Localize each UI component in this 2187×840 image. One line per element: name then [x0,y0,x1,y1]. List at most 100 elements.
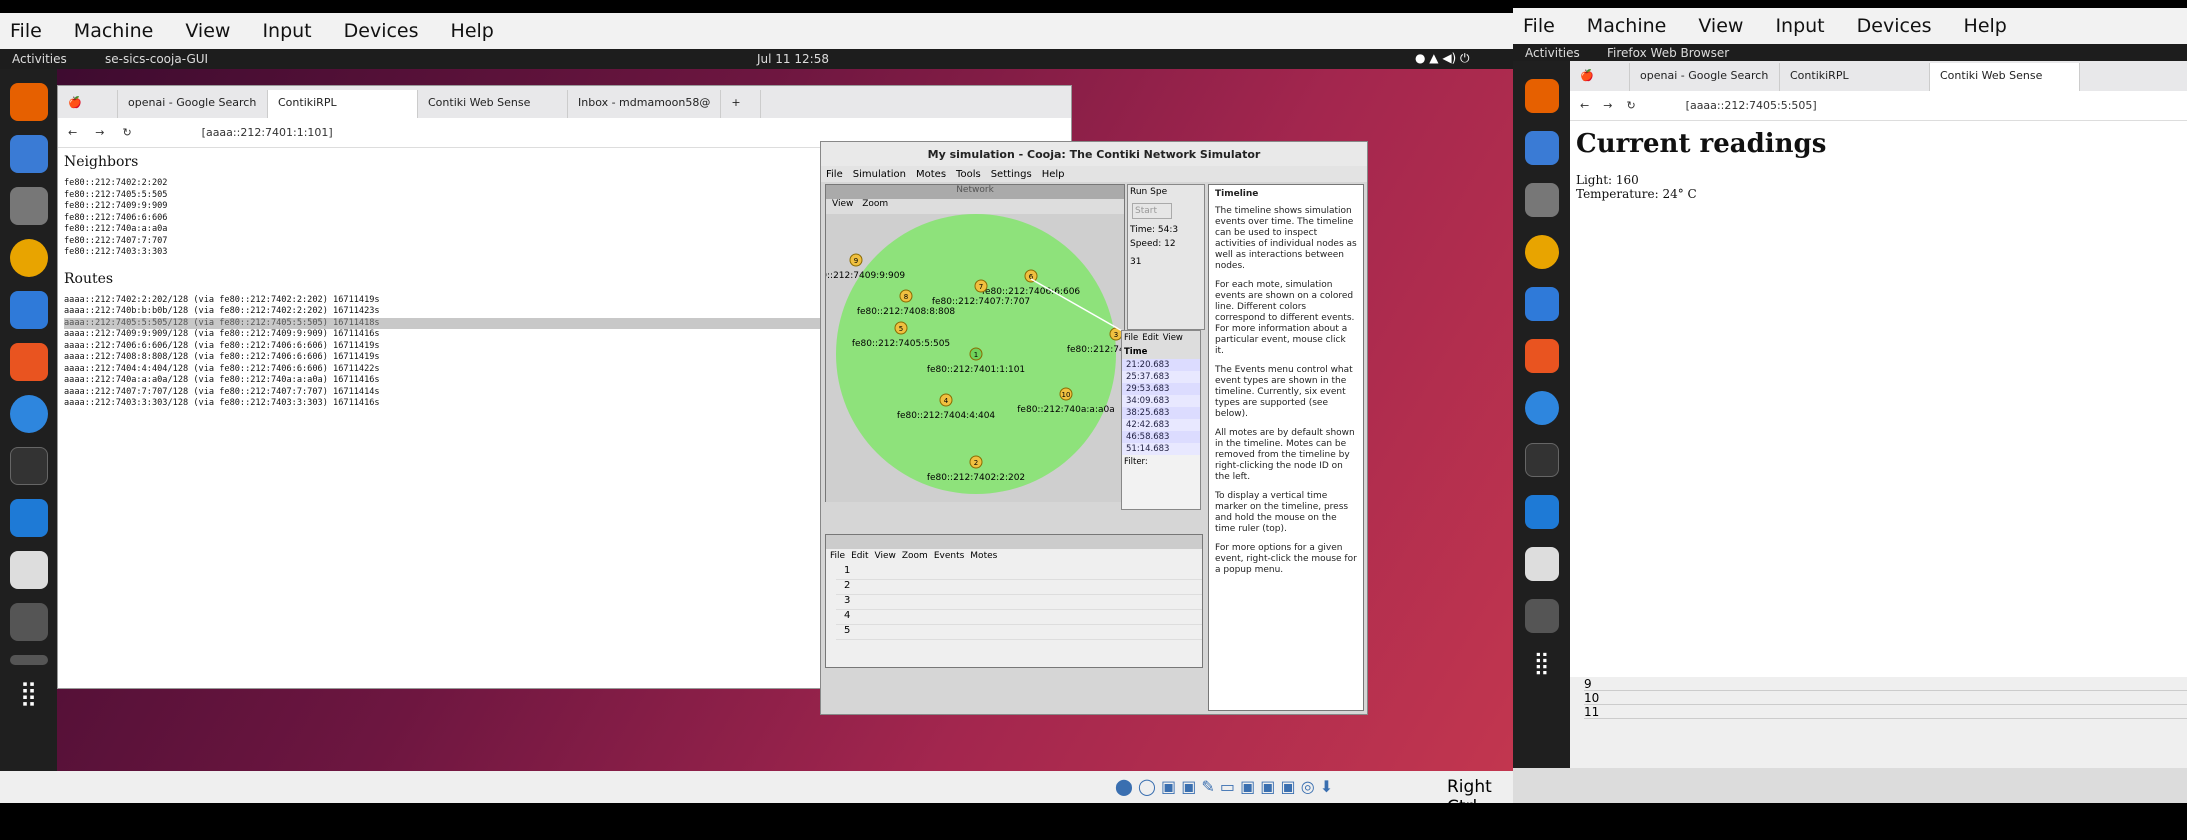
new-tab-button[interactable]: + [721,90,762,118]
disk-icon[interactable] [1524,599,1559,633]
activities-button[interactable]: Activities [12,52,67,66]
cooja-icon[interactable] [1524,547,1559,581]
cooja-menu-item[interactable]: Simulation [853,169,906,180]
tab-web-sense[interactable]: Contiki Web Sense [1930,63,2080,91]
url-bar[interactable]: [aaaa::212:7405:5:505] [1675,94,2036,117]
start-button[interactable]: Start [1132,203,1172,219]
menu-view[interactable]: View [1698,15,1743,37]
tab-overview-icon[interactable]: 🍎 [1570,63,1630,91]
network-menu-view[interactable]: View [832,199,853,209]
timeline-menu-item[interactable]: Zoom [902,551,928,561]
help-icon[interactable] [9,395,48,433]
log-row[interactable]: 29:53.683 [1122,383,1200,395]
timeline-menu-item[interactable]: Motes [970,551,997,561]
tab-web-sense[interactable]: Contiki Web Sense [418,90,568,118]
forward-icon[interactable]: → [95,126,104,139]
timeline-row[interactable]: 3 [836,595,1202,610]
timeline-row[interactable]: 5 [836,625,1202,640]
activities-button[interactable]: Activities [1525,46,1580,60]
forward-icon[interactable]: → [1603,99,1612,112]
thunderbird-icon[interactable] [1524,131,1559,165]
terminal-icon[interactable] [9,447,48,485]
log-row[interactable]: 34:09.683 [1122,395,1200,407]
menu-input[interactable]: Input [1775,15,1824,37]
timeline-row[interactable]: 1 [836,565,1202,580]
log-menu-item[interactable]: Edit [1142,333,1158,343]
writer-icon[interactable] [1524,287,1559,321]
log-column-time[interactable]: Time [1122,345,1200,359]
files-icon[interactable] [9,187,48,225]
trash-icon[interactable] [9,655,48,665]
tab-contikirpl[interactable]: ContikiRPL [1780,63,1930,91]
network-canvas[interactable]: 1fe80::212:7401:1:1012fe80::212:7402:2:2… [807,214,1165,502]
timeline-row[interactable]: 4 [836,610,1202,625]
log-row[interactable]: 25:37.683 [1122,371,1200,383]
help-icon[interactable] [1524,391,1559,425]
firefox-icon[interactable] [9,83,48,121]
timeline-row[interactable]: 11 [1584,705,2187,719]
log-row[interactable]: 38:25.683 [1122,407,1200,419]
clock[interactable]: Jul 11 12:58 [757,52,829,66]
disk-icon[interactable] [9,603,48,641]
timeline-menu-item[interactable]: Events [934,551,964,561]
system-tray-icons[interactable]: ● ▲ ◀) ⏻ [1415,51,1470,66]
menu-file[interactable]: File [10,20,42,42]
tab-contikirpl[interactable]: ContikiRPL [268,90,418,118]
cooja-menu-item[interactable]: File [826,169,843,180]
cooja-menu-item[interactable]: Motes [916,169,946,180]
log-menu-item[interactable]: File [1124,333,1138,343]
menu-help[interactable]: Help [1964,15,2007,37]
software-icon[interactable] [1524,339,1559,373]
back-icon[interactable]: ← [68,126,77,139]
app-grid-icon[interactable]: ⣿ [1525,651,1559,685]
menu-devices[interactable]: Devices [1857,15,1932,37]
log-menu-item[interactable]: View [1163,333,1183,343]
tab-inbox[interactable]: Inbox - mdmamoon58@ [568,90,722,118]
menu-machine[interactable]: Machine [1587,15,1667,37]
reload-icon[interactable]: ↻ [122,126,131,139]
menu-file[interactable]: File [1523,15,1555,37]
vm-status-icons[interactable]: ⬤ ◯ ▣ ▣ ✎ ▭ ▣ ▣ ▣ ◎ ⬇ [1115,777,1333,796]
log-row[interactable]: 42:42.683 [1122,419,1200,431]
menu-view[interactable]: View [185,20,230,42]
control-run-menu[interactable]: Run [1130,187,1147,197]
timeline-menu-item[interactable]: Edit [851,551,868,561]
menu-help[interactable]: Help [451,20,494,42]
rhythmbox-icon[interactable] [9,239,48,277]
log-row[interactable]: 51:14.683 [1122,443,1200,455]
cooja-window: My simulation - Cooja: The Contiki Netwo… [807,141,1368,715]
thunderbird-icon[interactable] [9,135,48,173]
menu-input[interactable]: Input [262,20,311,42]
log-row[interactable]: 46:58.683 [1122,431,1200,443]
network-menu-zoom[interactable]: Zoom [862,199,888,209]
reload-icon[interactable]: ↻ [1626,99,1635,112]
cooja-icon[interactable] [9,551,48,589]
files-icon[interactable] [1524,183,1559,217]
menu-machine[interactable]: Machine [74,20,154,42]
control-speed-menu[interactable]: Spe [1150,187,1167,197]
tab-google[interactable]: openai - Google Search [1630,63,1780,91]
tab-overview-icon[interactable]: 🍎 [58,90,118,118]
firefox-icon[interactable] [1524,79,1559,113]
vscode-icon[interactable] [1524,495,1559,529]
cooja-menu-item[interactable]: Help [1042,169,1065,180]
timeline-row[interactable]: 9 [1584,677,2187,691]
cooja-menu-item[interactable]: Tools [956,169,981,180]
writer-icon[interactable] [9,291,48,329]
software-icon[interactable] [9,343,48,381]
timeline-row[interactable]: 2 [836,580,1202,595]
tab-google[interactable]: openai - Google Search [118,90,268,118]
url-bar[interactable]: [aaaa::212:7401:1:101] [191,121,792,144]
app-grid-icon[interactable]: ⣿ [10,679,48,717]
menu-devices[interactable]: Devices [344,20,419,42]
cooja-menu-item[interactable]: Settings [991,169,1032,180]
vscode-icon[interactable] [9,499,48,537]
terminal-icon[interactable] [1524,443,1559,477]
timeline-menu-item[interactable]: File [830,551,845,561]
vm-menubar: File Machine View Input Devices Help [0,13,1513,49]
timeline-menu-item[interactable]: View [875,551,896,561]
log-row[interactable]: 21:20.683 [1122,359,1200,371]
rhythmbox-icon[interactable] [1524,235,1559,269]
back-icon[interactable]: ← [1580,99,1589,112]
timeline-row[interactable]: 10 [1584,691,2187,705]
